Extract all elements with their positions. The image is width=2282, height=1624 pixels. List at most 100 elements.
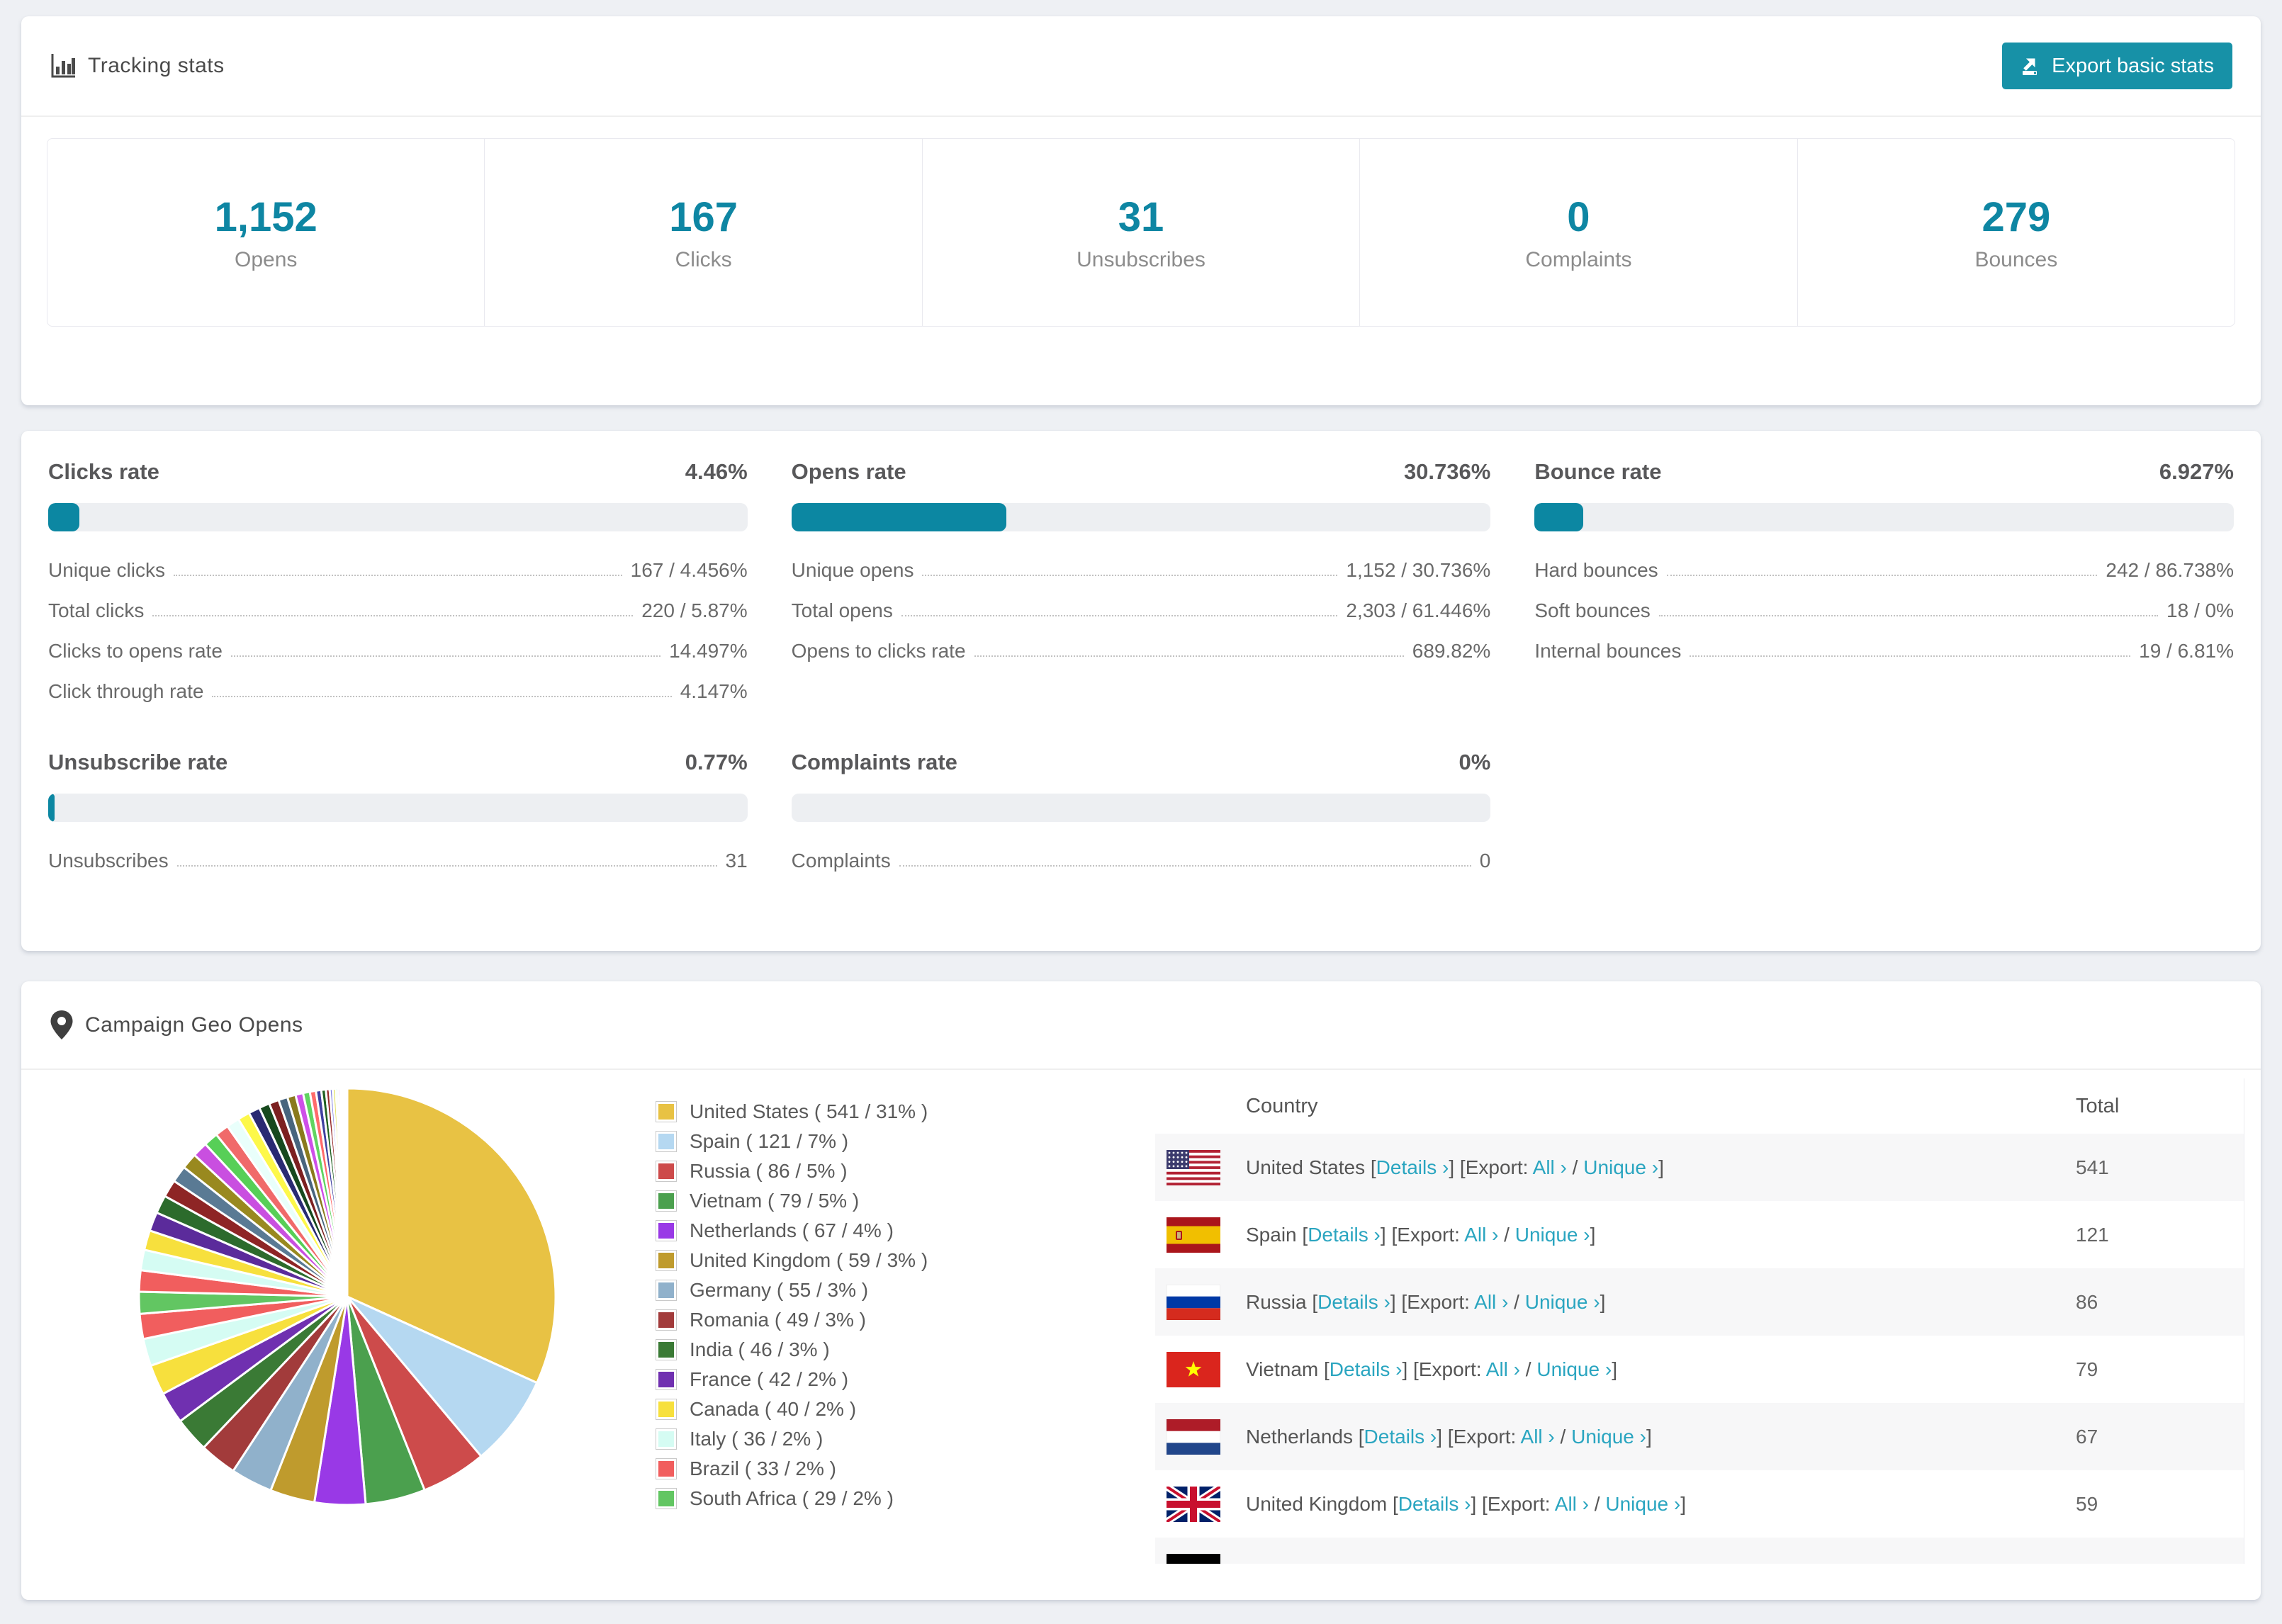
rate-section-title: Bounce rate — [1534, 459, 1662, 484]
legend-swatch-color — [658, 1461, 674, 1477]
dotted-leader — [899, 865, 1471, 867]
rates-card: Clicks rate 4.46% Unique clicks 167 / 4.456… — [21, 431, 2261, 951]
export-unique-link[interactable]: Unique › — [1605, 1493, 1680, 1515]
bracket: ] [Export: — [1390, 1290, 1475, 1313]
bracket: [ — [1370, 1156, 1376, 1178]
total-cell: 541 — [2076, 1156, 2109, 1178]
export-unique-link[interactable]: Unique › — [1583, 1156, 1658, 1178]
bracket: ] — [1612, 1358, 1617, 1380]
legend-label: Vietnam ( 79 / 5% ) — [690, 1190, 860, 1212]
rate-section-title: Unsubscribe rate — [48, 750, 228, 774]
dotted-leader — [1666, 575, 2098, 576]
dotted-leader — [974, 655, 1404, 657]
tracking-stats-title: Tracking stats — [88, 54, 225, 77]
stat-value: 31 — [1118, 193, 1164, 240]
geo-table-header-country: Country — [1246, 1094, 1318, 1117]
legend-item-netherlands: Netherlands ( 67 / 4% ) — [656, 1216, 928, 1246]
geo-opens-card: Campaign Geo Opens United States ( 541 /… — [21, 981, 2261, 1600]
bracket: [ — [1333, 1560, 1339, 1564]
export-all-link[interactable]: All › — [1555, 1493, 1589, 1515]
country-name: Vietnam — [1246, 1358, 1324, 1380]
details-link[interactable]: Details › — [1398, 1493, 1471, 1515]
bar-chart-icon — [50, 52, 77, 79]
rate-detail-row: Opens to clicks rate 689.82% — [792, 641, 1491, 662]
country-cell: Russia [Details ›] [Export: All › / Uniq… — [1246, 1291, 2076, 1314]
details-link[interactable]: Details › — [1330, 1358, 1403, 1380]
rate-detail-label: Unique clicks — [48, 559, 165, 581]
rate-detail-value: 4.147% — [680, 680, 748, 702]
country-cell: Spain [Details ›] [Export: All › / Uniqu… — [1246, 1224, 2076, 1246]
export-unique-link[interactable]: Unique › — [1515, 1224, 1590, 1246]
rate-section-head: Bounce rate 6.927% — [1534, 459, 2234, 485]
legend-label: Netherlands ( 67 / 4% ) — [690, 1219, 894, 1241]
rate-section-bounce-rate: Bounce rate 6.927% Hard bounces 242 / 86.73… — [1534, 459, 2234, 721]
legend-item-india: India ( 46 / 3% ) — [656, 1335, 928, 1365]
export-unique-link[interactable]: Unique › — [1571, 1426, 1646, 1448]
export-arrow-icon — [2020, 55, 2042, 77]
geo-opens-title: Campaign Geo Opens — [85, 1013, 303, 1037]
total-cell: 121 — [2076, 1223, 2109, 1246]
details-link[interactable]: Details › — [1317, 1291, 1390, 1313]
flag-gb-icon — [1167, 1486, 1220, 1522]
legend-swatch — [656, 1250, 677, 1271]
rate-detail-value: 31 — [725, 850, 748, 872]
export-basic-stats-button[interactable]: Export basic stats — [2002, 43, 2232, 89]
rate-detail-row: Hard bounces 242 / 86.738% — [1534, 560, 2234, 581]
rate-section-value: 4.46% — [685, 459, 748, 484]
export-all-link[interactable]: All › — [1533, 1156, 1567, 1178]
rate-detail-value: 167 / 4.456% — [630, 559, 748, 581]
rate-section-value: 30.736% — [1403, 459, 1491, 484]
stat-label: Unsubscribes — [1077, 247, 1205, 271]
rate-detail-value: 2,303 / 61.446% — [1346, 599, 1491, 621]
stat-value: 279 — [1982, 193, 2051, 240]
country-name: Germany — [1246, 1560, 1333, 1564]
flag-cell — [1167, 1351, 1220, 1387]
dotted-leader — [212, 696, 672, 697]
legend-swatch — [656, 1161, 677, 1182]
legend-item-france: France ( 42 / 2% ) — [656, 1365, 928, 1394]
export-all-link[interactable]: All › — [1474, 1291, 1508, 1313]
total-cell: 79 — [2076, 1358, 2098, 1380]
flag-cell — [1167, 1419, 1220, 1455]
details-link[interactable]: Details › — [1376, 1156, 1449, 1178]
legend-swatch-color — [658, 1312, 674, 1328]
export-all-link[interactable]: All › — [1486, 1358, 1520, 1380]
rate-detail-label: Unique opens — [791, 559, 914, 581]
stat-cell-opens: 1,152 Opens — [47, 139, 484, 326]
export-all-link[interactable]: All › — [1495, 1560, 1529, 1564]
export-all-link[interactable]: All › — [1464, 1224, 1498, 1246]
rate-detail-label: Hard bounces — [1534, 559, 1658, 581]
rate-section-clicks-rate: Clicks rate 4.46% Unique clicks 167 / 4.456… — [48, 459, 748, 721]
rate-detail-value: 689.82% — [1412, 640, 1491, 662]
rate-detail-row: Total clicks 220 / 5.87% — [48, 600, 748, 621]
separator: / — [1554, 1425, 1572, 1448]
export-button-label: Export basic stats — [2052, 54, 2214, 77]
export-unique-link[interactable]: Unique › — [1525, 1291, 1600, 1313]
rate-detail-row: Unique clicks 167 / 4.456% — [48, 560, 748, 581]
export-all-link[interactable]: All › — [1521, 1426, 1555, 1448]
separator: / — [1589, 1492, 1606, 1515]
rate-detail-label: Soft bounces — [1534, 599, 1651, 621]
export-unique-link[interactable]: Unique › — [1546, 1560, 1621, 1564]
export-unique-link[interactable]: Unique › — [1536, 1358, 1612, 1380]
country-cell: Germany [Details ›] [Export: All › / Uni… — [1246, 1560, 2076, 1564]
rate-detail-row: Total opens 2,303 / 61.446% — [792, 600, 1491, 621]
total-cell: 59 — [2076, 1492, 2098, 1515]
flag-nl-icon — [1167, 1419, 1220, 1455]
rate-detail-value: 0 — [1479, 850, 1491, 872]
details-link[interactable]: Details › — [1339, 1560, 1412, 1564]
details-link[interactable]: Details › — [1308, 1224, 1381, 1246]
bracket: ] [Export: — [1449, 1156, 1533, 1178]
geo-table-row-vn: Vietnam [Details ›] [Export: All › / Uni… — [1155, 1336, 2244, 1403]
details-link[interactable]: Details › — [1364, 1426, 1437, 1448]
flag-cell — [1167, 1284, 1220, 1320]
rate-section-title: Opens rate — [791, 459, 906, 484]
rate-detail-value: 1,152 / 30.736% — [1346, 559, 1491, 581]
total-cell: 67 — [2076, 1425, 2098, 1448]
geo-table-header-total: Total — [2076, 1094, 2120, 1117]
bracket: ] — [1621, 1560, 1626, 1564]
legend-item-spain: Spain ( 121 / 7% ) — [656, 1127, 928, 1156]
legend-swatch-color — [658, 1402, 674, 1417]
rate-detail-value: 19 / 6.81% — [2139, 640, 2234, 662]
bracket: ] [Export: — [1411, 1560, 1495, 1564]
